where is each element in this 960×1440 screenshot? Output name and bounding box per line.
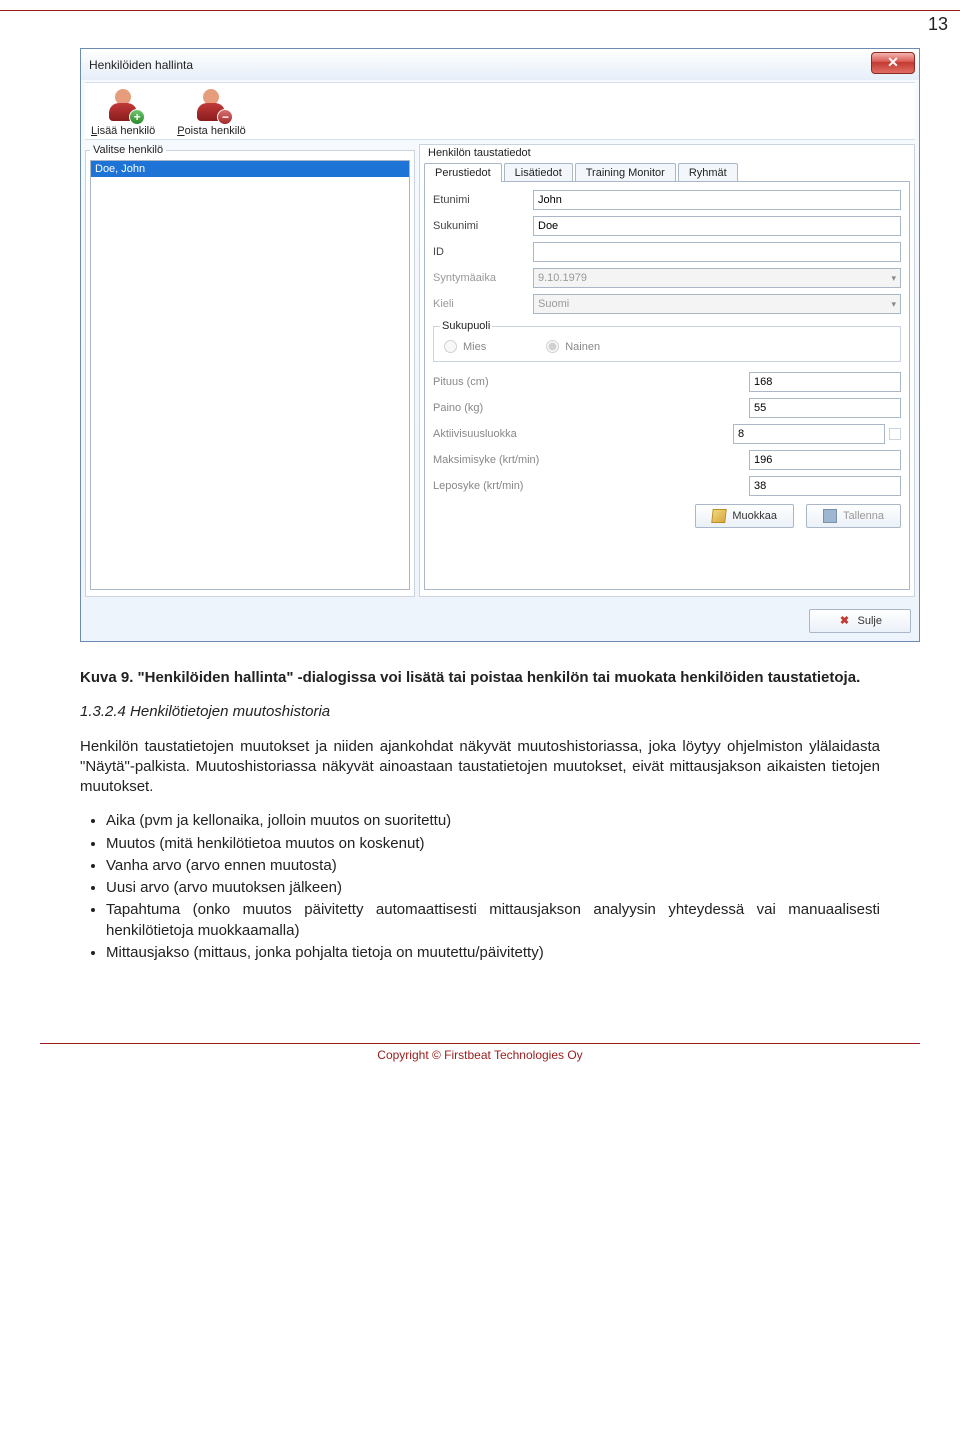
person-listbox[interactable]: Doe, John — [90, 160, 410, 590]
figure-caption: Kuva 9. "Henkilöiden hallinta" -dialogis… — [80, 668, 880, 688]
leposyke-label: Leposyke (krt/min) — [433, 480, 749, 492]
sukunimi-field[interactable] — [533, 216, 901, 236]
select-person-panel: Valitse henkilö Doe, John — [85, 144, 415, 597]
nainen-radio[interactable]: Nainen — [546, 340, 600, 353]
list-item: Uusi arvo (arvo muutoksen jälkeen) — [106, 878, 880, 898]
edit-button[interactable]: Muokkaa — [695, 504, 794, 528]
aktiivisuus-label: Aktiivisuusluokka — [433, 428, 733, 440]
close-window-button[interactable]: ✕ — [871, 52, 915, 74]
add-person-label: isää henkilö — [97, 125, 155, 137]
close-button[interactable]: ✖ Sulje — [809, 609, 911, 633]
tab-training-monitor[interactable]: Training Monitor — [575, 163, 676, 182]
list-item: Tapahtuma (onko muutos päivitetty automa… — [106, 900, 880, 941]
id-label: ID — [433, 246, 533, 258]
pituus-field[interactable] — [749, 372, 901, 392]
mies-radio[interactable]: Mies — [444, 340, 486, 353]
calendar-toggle-icon[interactable]: ▾ — [891, 273, 896, 284]
sukunimi-label: Sukunimi — [433, 220, 533, 232]
details-title: Henkilön taustatiedot — [428, 147, 910, 159]
id-field[interactable] — [533, 242, 901, 262]
edit-icon — [712, 509, 727, 523]
maksimisyke-field[interactable] — [749, 450, 901, 470]
list-item[interactable]: Doe, John — [91, 161, 409, 177]
syntymaaika-label: Syntymäaika — [433, 272, 533, 284]
remove-person-label: oista henkilö — [185, 125, 246, 137]
tab-perustiedot[interactable]: Perustiedot — [424, 163, 502, 182]
title-bar[interactable]: Henkilöiden hallinta ✕ — [81, 48, 919, 80]
tab-lisatiedot[interactable]: Lisätiedot — [504, 163, 573, 182]
leposyke-field[interactable] — [749, 476, 901, 496]
bottom-bar: ✖ Sulje — [81, 603, 919, 641]
syntymaaika-field[interactable]: 9.10.1979 ▾ — [533, 268, 901, 288]
paino-field[interactable] — [749, 398, 901, 418]
tab-strip: Perustiedot Lisätiedot Training Monitor … — [424, 163, 910, 182]
aktiivisuus-help-button[interactable] — [889, 428, 901, 440]
paino-label: Paino (kg) — [433, 402, 749, 414]
screenshot-container: Henkilöiden hallinta ✕ + Lisää henkilö −… — [80, 48, 920, 642]
list-item: Aika (pvm ja kellonaika, jolloin muutos … — [106, 811, 880, 831]
remove-person-button[interactable]: − Poista henkilö — [177, 89, 246, 137]
list-item: Vanha arvo (arvo ennen muutosta) — [106, 856, 880, 876]
paragraph: Henkilön taustatietojen muutokset ja nii… — [80, 737, 880, 798]
person-remove-icon: − — [191, 89, 231, 123]
select-person-legend: Valitse henkilö — [90, 144, 166, 156]
details-panel: Henkilön taustatiedot Perustiedot Lisäti… — [419, 144, 915, 597]
etunimi-field[interactable] — [533, 190, 901, 210]
close-icon: ✖ — [838, 614, 852, 628]
sukupuoli-legend: Sukupuoli — [440, 320, 492, 332]
page-footer: Copyright © Firstbeat Technologies Oy — [40, 1043, 920, 1062]
save-icon — [823, 509, 837, 523]
person-add-icon: + — [103, 89, 143, 123]
maksimisyke-label: Maksimisyke (krt/min) — [433, 454, 749, 466]
kieli-select[interactable]: Suomi ▾ — [533, 294, 901, 314]
tab-ryhmat[interactable]: Ryhmät — [678, 163, 738, 182]
document-text: Kuva 9. "Henkilöiden hallinta" -dialogis… — [80, 668, 880, 963]
save-button[interactable]: Tallenna — [806, 504, 901, 528]
sukupuoli-group: Sukupuoli Mies Nainen — [433, 320, 901, 362]
section-heading: 1.3.2.4 Henkilötietojen muutoshistoria — [80, 702, 880, 722]
etunimi-label: Etunimi — [433, 194, 533, 206]
page-number: 13 — [928, 14, 948, 35]
pituus-label: Pituus (cm) — [433, 376, 749, 388]
aktiivisuus-field[interactable] — [733, 424, 885, 444]
bullet-list: Aika (pvm ja kellonaika, jolloin muutos … — [106, 811, 880, 963]
chevron-down-icon: ▾ — [891, 299, 896, 310]
window-title: Henkilöiden hallinta — [89, 58, 193, 72]
toolbar: + Lisää henkilö − Poista henkilö — [85, 82, 915, 140]
page-top-rule — [0, 10, 960, 18]
list-item: Muutos (mitä henkilötietoa muutos on kos… — [106, 834, 880, 854]
dialog-window: Henkilöiden hallinta ✕ + Lisää henkilö −… — [80, 48, 920, 642]
kieli-label: Kieli — [433, 298, 533, 310]
add-person-button[interactable]: + Lisää henkilö — [91, 89, 155, 137]
tab-body: Etunimi Sukunimi ID Syntymäaika — [424, 181, 910, 590]
list-item: Mittausjakso (mittaus, jonka pohjalta ti… — [106, 943, 880, 963]
